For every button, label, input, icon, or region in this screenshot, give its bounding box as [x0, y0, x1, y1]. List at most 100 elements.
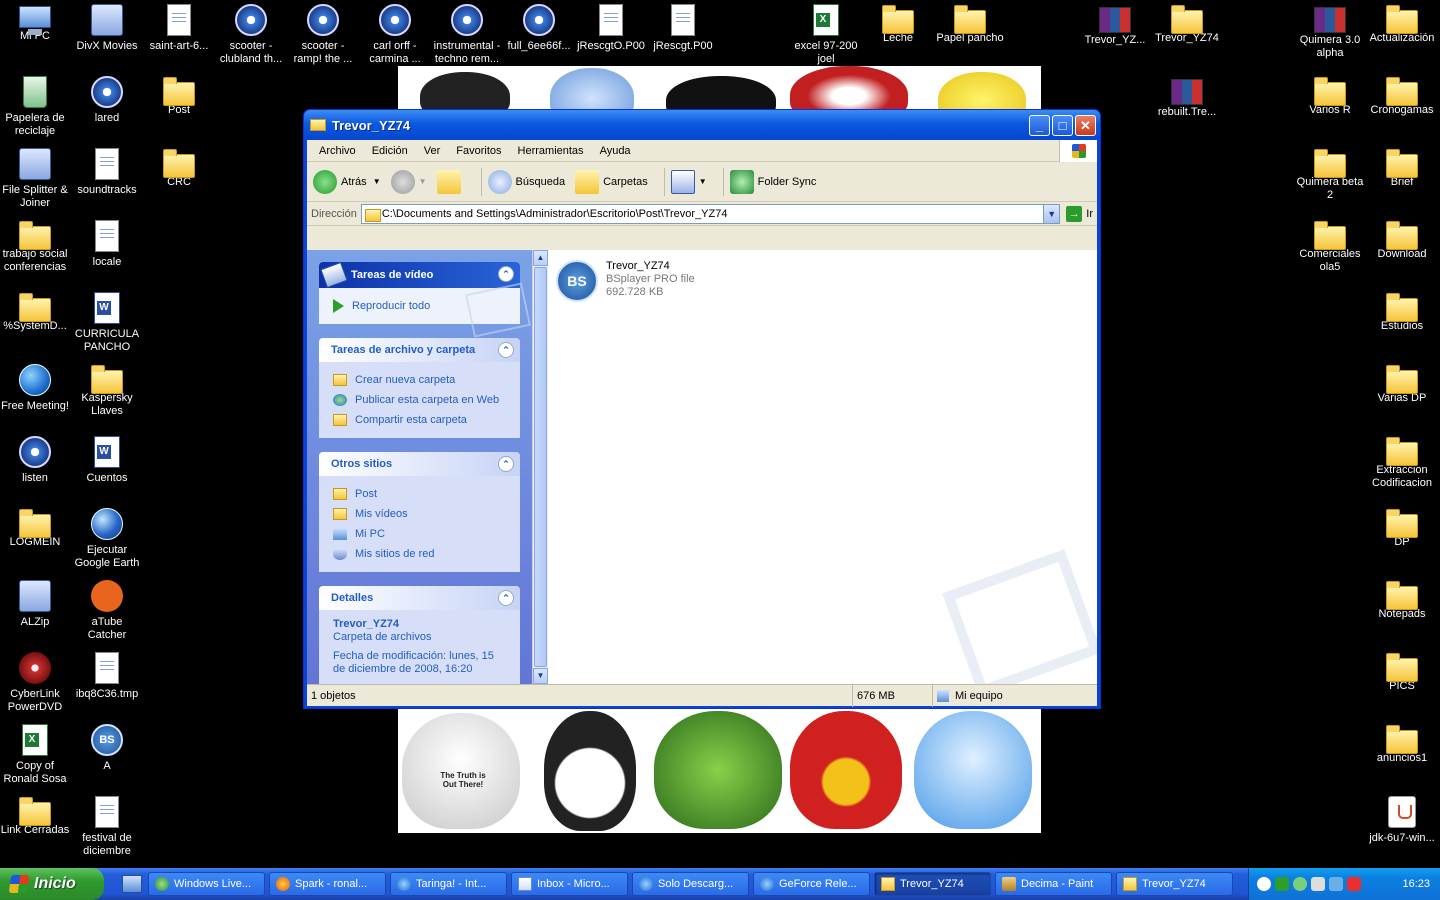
collapse-chevron-icon[interactable]: ⌃ [498, 342, 514, 358]
desktop-icon-link-cerradas[interactable]: Link Cerradas [0, 794, 71, 837]
back-button[interactable]: Atrás ▼ [313, 169, 381, 194]
panel-header[interactable]: Tareas de archivo y carpeta ⌃ [319, 338, 520, 362]
up-folder-button[interactable] [436, 169, 465, 194]
desktop-icon-ibq8c36[interactable]: ibq8C36.tmp [71, 650, 143, 701]
desktop-icon-rebuilt[interactable]: rebuilt.Tre... [1151, 74, 1223, 119]
desktop-icon-curricula[interactable]: CURRICULA PANCHO [71, 290, 143, 354]
place-network[interactable]: Mis sitios de red [333, 544, 508, 564]
desktop-icon-anuncios1[interactable]: anuncios1 [1366, 722, 1438, 765]
maximize-button[interactable]: □ [1052, 114, 1073, 136]
task-publish-web[interactable]: Publicar esta carpeta en Web [333, 390, 508, 410]
desktop-icon-scooter-clubland[interactable]: scooter - clubland th... [215, 2, 287, 66]
panel-header[interactable]: Detalles ⌃ [319, 586, 520, 610]
place-post[interactable]: Post [333, 484, 508, 504]
desktop-icon-leche[interactable]: Leche [862, 2, 934, 45]
desktop-icon-free-meeting[interactable]: Free Meeting! [0, 362, 71, 413]
desktop-icon-quimera-alpha[interactable]: Quimera 3.0 alpha [1294, 2, 1366, 60]
desktop-icon-carl-orff[interactable]: carl orff - carmina ... [359, 2, 431, 66]
desktop-icon-logmein[interactable]: LOGMEIN [0, 506, 71, 549]
taskbar-item-windows-live[interactable]: Windows Live... [148, 872, 265, 896]
collapse-chevron-icon[interactable]: ⌃ [498, 456, 514, 472]
desktop-icon-comerciales[interactable]: Comerciales ola5 [1294, 218, 1366, 274]
desktop-icon-listen[interactable]: listen [0, 434, 71, 485]
desktop-icon-jrescgt[interactable]: jRescgt.P00 [647, 2, 719, 53]
panel-header[interactable]: Otros sitios ⌃ [319, 452, 520, 476]
start-button[interactable]: Inicio [0, 868, 104, 900]
desktop-icon-file-splitter[interactable]: File Splitter & Joiner [0, 146, 71, 210]
desktop-icon-papel-pancho[interactable]: Papel pancho [934, 2, 1006, 45]
tray-user-icon[interactable] [1329, 877, 1343, 891]
taskbar-item-geforce[interactable]: GeForce Rele... [753, 872, 870, 896]
desktop-icon-google-earth[interactable]: Ejecutar Google Earth [71, 506, 143, 570]
title-bar[interactable]: Trevor_YZ74 _ □ ✕ [304, 110, 1100, 140]
panel-header[interactable]: Tareas de vídeo ⌃ [319, 261, 520, 289]
desktop-icon-cuentos[interactable]: Cuentos [71, 434, 143, 485]
menu-herramientas[interactable]: Herramientas [510, 145, 592, 157]
forward-button[interactable]: ▼ [390, 169, 427, 194]
menu-archivo[interactable]: Archivo [311, 145, 364, 157]
clock[interactable]: 16:23 [1402, 878, 1430, 890]
desktop-icon-actualizacion[interactable]: Actualización [1366, 2, 1438, 45]
search-button[interactable]: Búsqueda [487, 169, 565, 194]
desktop-icon-full-6ee66f[interactable]: full_6ee66f... [503, 2, 575, 53]
menu-ayuda[interactable]: Ayuda [592, 145, 639, 157]
desktop-icon-copy-ronald-sosa[interactable]: Copy of Ronald Sosa [0, 722, 71, 786]
scroll-down-icon[interactable]: ▼ [533, 668, 548, 684]
desktop-icon-mi-pc[interactable]: Mi PC [0, 2, 71, 43]
desktop-icon-atube-catcher[interactable]: aTube Catcher [71, 578, 143, 642]
desktop-icon-alzip[interactable]: ALZip [0, 578, 71, 629]
desktop-icon-jdk[interactable]: jdk-6u7-win... [1366, 794, 1438, 845]
desktop-icon-estudios[interactable]: Estudios [1366, 290, 1438, 333]
menu-ver[interactable]: Ver [416, 145, 449, 157]
tray-network-icon[interactable] [1311, 877, 1325, 891]
desktop-icon-download[interactable]: Download [1366, 218, 1438, 261]
desktop-icon-powerdvd[interactable]: CyberLink PowerDVD [0, 650, 71, 714]
desktop-icon-locale[interactable]: locale [71, 218, 143, 269]
desktop-icon-cronogamas[interactable]: Cronogamas [1366, 74, 1438, 117]
desktop-icon-papelera[interactable]: Papelera de reciclaje [0, 74, 71, 138]
desktop-icon-saint-art[interactable]: saint-art-6... [143, 2, 215, 53]
desktop-icon-festival[interactable]: festival de diciembre [71, 794, 143, 858]
taskbar-item-paint[interactable]: Decima - Paint [995, 872, 1112, 896]
show-desktop-icon[interactable] [122, 875, 142, 893]
scroll-thumb[interactable] [534, 267, 547, 667]
desktop-icon-instrumental[interactable]: instrumental - techno rem... [431, 2, 503, 66]
close-button[interactable]: ✕ [1075, 114, 1096, 136]
desktop-icon-divx-movies[interactable]: DivX Movies [71, 2, 143, 53]
file-item[interactable]: BS Trevor_YZ74 BSplayer PRO file 692.728… [556, 260, 695, 302]
tray-messenger-icon[interactable] [1293, 877, 1307, 891]
desktop-icon-lared[interactable]: lared [71, 74, 143, 125]
place-my-videos[interactable]: Mis vídeos [333, 504, 508, 524]
taskbar-item-solo-descargas[interactable]: Solo Descarg... [632, 872, 749, 896]
tray-antivirus-icon[interactable] [1347, 877, 1361, 891]
taskbar-item-spark[interactable]: Spark - ronal... [269, 872, 386, 896]
desktop-icon-dp[interactable]: DP [1366, 506, 1438, 549]
go-button[interactable]: → Ir [1066, 205, 1093, 222]
place-my-computer[interactable]: Mi PC [333, 524, 508, 544]
collapse-chevron-icon[interactable]: ⌃ [498, 590, 514, 606]
desktop-icon-brief[interactable]: Brief [1366, 146, 1438, 189]
tray-media-icon[interactable] [1275, 877, 1289, 891]
taskbar-item-taringa[interactable]: Taringa! - Int... [390, 872, 507, 896]
desktop-icon-crc[interactable]: CRC [143, 146, 215, 189]
scroll-up-icon[interactable]: ▲ [533, 250, 548, 266]
address-dropdown-icon[interactable]: ▼ [1043, 204, 1060, 223]
tray-expand-icon[interactable] [1257, 877, 1271, 891]
desktop-icon-kaspersky[interactable]: Kaspersky Llaves [71, 362, 143, 418]
minimize-button[interactable]: _ [1029, 114, 1050, 136]
desktop-icon-a[interactable]: A [71, 722, 143, 773]
folder-sync-button[interactable]: Folder Sync [729, 169, 816, 194]
desktop-icon-quimera-beta[interactable]: Quimera beta 2 [1294, 146, 1366, 202]
task-pane-scrollbar[interactable]: ▲ ▼ [532, 250, 548, 684]
taskbar-item-trevor-active[interactable]: Trevor_YZ74 [874, 872, 991, 896]
desktop-icon-excel-joel[interactable]: excel 97-200 joel [790, 2, 862, 66]
task-new-folder[interactable]: Crear nueva carpeta [333, 370, 508, 390]
desktop-icon-varios-r[interactable]: Varios R [1294, 74, 1366, 117]
taskbar-item-inbox[interactable]: Inbox - Micro... [511, 872, 628, 896]
desktop-icon-notepads[interactable]: Notepads [1366, 578, 1438, 621]
taskbar-item-trevor[interactable]: Trevor_YZ74 [1116, 872, 1233, 896]
desktop-icon-trabajo-social[interactable]: trabajo social conferencias [0, 218, 71, 274]
menu-favoritos[interactable]: Favoritos [448, 145, 509, 157]
desktop-icon-systemd[interactable]: %SystemD... [0, 290, 71, 333]
desktop-icon-post[interactable]: Post [143, 74, 215, 117]
